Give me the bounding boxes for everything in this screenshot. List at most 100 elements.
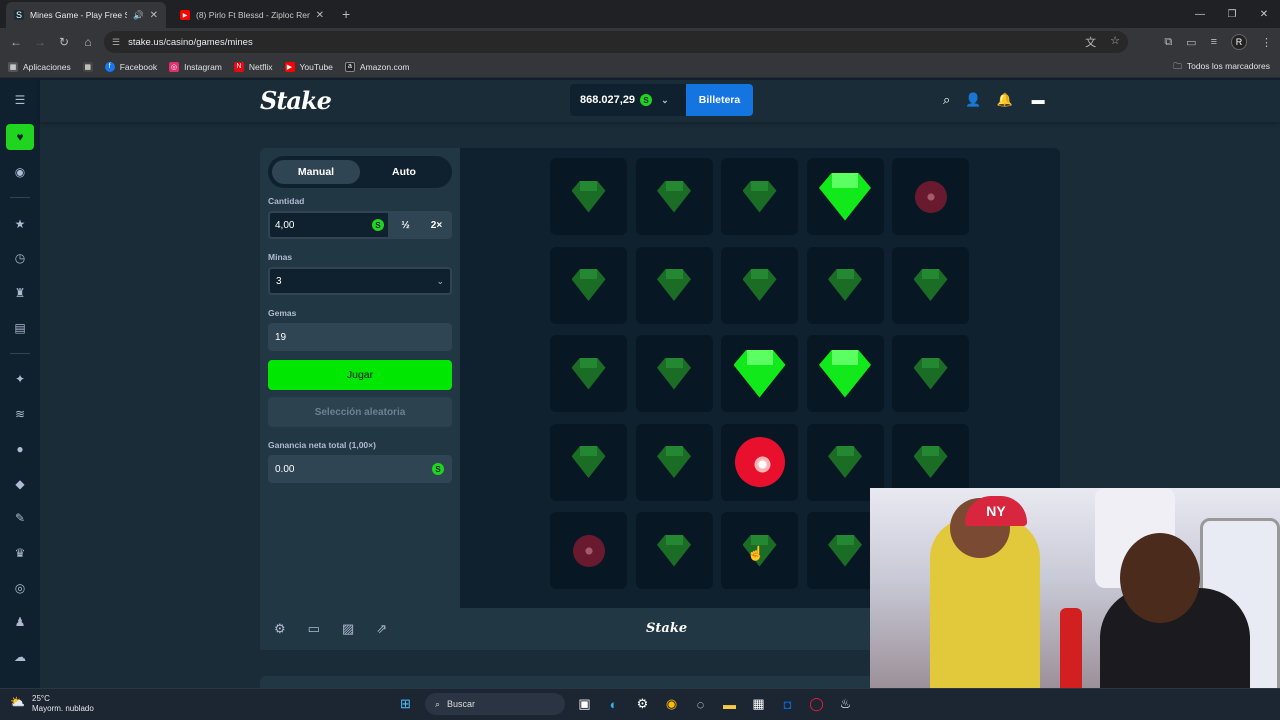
bets-icon[interactable]: ▤ bbox=[0, 310, 40, 345]
double-button[interactable]: 2× bbox=[421, 211, 452, 239]
board-tile[interactable] bbox=[635, 158, 713, 235]
profile-avatar[interactable]: R bbox=[1231, 34, 1247, 50]
bookmark-aplicaciones[interactable]: ▦ Aplicaciones bbox=[8, 61, 71, 72]
opera-icon[interactable]: ◯ bbox=[807, 693, 826, 715]
favourites-icon[interactable]: ★ bbox=[0, 206, 40, 241]
home-icon[interactable]: ⌂ bbox=[76, 35, 100, 49]
popular-icon[interactable]: ♛ bbox=[0, 536, 40, 571]
outlook-icon[interactable]: ◘ bbox=[778, 693, 797, 715]
lobby-icon[interactable]: ◉ bbox=[0, 155, 40, 190]
chrome-icon[interactable]: ◉ bbox=[662, 693, 681, 715]
notifications-icon[interactable]: 🔔 bbox=[996, 92, 1012, 108]
casino-icon[interactable]: ♥ bbox=[0, 120, 40, 155]
speaker-icon[interactable]: 🔊 bbox=[133, 10, 144, 21]
weather-widget[interactable]: ⛅ 25°C Mayorm. nublado bbox=[10, 694, 94, 714]
forward-icon[interactable]: → bbox=[28, 35, 52, 49]
tab-youtube[interactable]: ▶ (8) Pirlo Ft Blessd - Ziploc Remi ✕ bbox=[172, 2, 332, 28]
store-icon[interactable]: ▦ bbox=[749, 693, 768, 715]
board-tile[interactable] bbox=[550, 423, 627, 501]
random-pick-button[interactable]: Selección aleatoria bbox=[268, 397, 452, 427]
file-explorer-icon[interactable]: ▬ bbox=[720, 693, 739, 715]
edge-icon[interactable]: ◐ bbox=[604, 693, 623, 715]
bookmark-netflix[interactable]: N Netflix bbox=[233, 61, 273, 72]
amount-input[interactable]: 4,00 S bbox=[268, 211, 390, 239]
board-tile[interactable] bbox=[892, 335, 969, 412]
play-button[interactable]: Jugar bbox=[268, 360, 452, 390]
board-tile[interactable] bbox=[550, 246, 627, 324]
board-tile[interactable] bbox=[806, 158, 884, 235]
all-bookmarks[interactable]: 🗀 Todos los marcadores bbox=[1173, 61, 1270, 75]
originals-icon[interactable]: ◆ bbox=[0, 466, 40, 501]
board-tile[interactable] bbox=[721, 423, 798, 501]
bookmark-youtube[interactable]: ▶ YouTube bbox=[284, 61, 333, 72]
split-view-icon[interactable]: ▭ bbox=[1186, 36, 1196, 49]
close-tab-icon[interactable]: ✕ bbox=[150, 10, 158, 21]
board-tile[interactable] bbox=[892, 158, 969, 235]
close-tab-icon[interactable]: ✕ bbox=[316, 10, 324, 21]
stats-icon[interactable]: ▨ bbox=[342, 621, 354, 637]
board-tile[interactable] bbox=[550, 335, 627, 412]
theatre-mode-icon[interactable]: ▭ bbox=[308, 621, 320, 637]
providers-icon[interactable]: ◎ bbox=[0, 570, 40, 605]
new-tab-icon[interactable]: + bbox=[342, 6, 350, 22]
challenges-icon[interactable]: ♜ bbox=[0, 276, 40, 311]
media-icon[interactable]: ≡ bbox=[1211, 36, 1217, 48]
taskbar-search[interactable]: ⌕ Buscar bbox=[425, 693, 565, 715]
board-tile[interactable] bbox=[721, 335, 798, 412]
table-games-icon[interactable]: ♟ bbox=[0, 605, 40, 640]
minimize-icon[interactable]: — bbox=[1184, 0, 1216, 28]
balance-selector[interactable]: 868.027,29 S ⌄ bbox=[570, 84, 686, 116]
live-icon[interactable]: ● bbox=[0, 432, 40, 467]
settings-gear-icon[interactable]: ⚙ bbox=[633, 693, 652, 715]
tab-manual[interactable]: Manual bbox=[272, 160, 360, 184]
steam-icon[interactable]: ♨ bbox=[836, 693, 855, 715]
github-icon[interactable]: ◌ bbox=[691, 693, 710, 715]
popout-icon[interactable]: ⇗ bbox=[376, 621, 387, 637]
wallet-button[interactable]: Billetera bbox=[686, 84, 753, 116]
reload-icon[interactable]: ↻ bbox=[52, 35, 76, 49]
bookmark-grid[interactable]: ▦ bbox=[82, 61, 93, 72]
bookmark-facebook[interactable]: f Facebook bbox=[104, 61, 157, 72]
bookmark-star-icon[interactable]: ☆ bbox=[1110, 34, 1120, 50]
recent-icon[interactable]: ◷ bbox=[0, 241, 40, 276]
bookmark-instagram[interactable]: ◎ Instagram bbox=[169, 61, 222, 72]
stake-logo[interactable]: Stake bbox=[260, 86, 332, 115]
board-tile[interactable] bbox=[550, 512, 627, 589]
windows-start-icon[interactable]: ⊞ bbox=[396, 693, 415, 715]
bookmark-amazon[interactable]: a Amazon.com bbox=[344, 61, 410, 72]
new-releases-icon[interactable]: ✦ bbox=[0, 362, 40, 397]
menu-icon[interactable]: ☰ bbox=[0, 80, 40, 120]
cloud-sun-icon: ⛅ bbox=[10, 695, 25, 709]
menu-dots-icon[interactable]: ⋮ bbox=[1261, 36, 1272, 49]
support-icon[interactable]: ☁ bbox=[0, 640, 40, 675]
user-icon[interactable]: 👤 bbox=[965, 92, 981, 108]
board-tile[interactable] bbox=[635, 423, 713, 501]
board-tile[interactable] bbox=[721, 246, 798, 324]
board-tile[interactable] bbox=[550, 158, 627, 235]
chat-icon[interactable]: ▬ bbox=[1032, 92, 1045, 108]
url-field[interactable]: ☰ stake.us/casino/games/mines 文 ☆ bbox=[104, 31, 1128, 53]
extensions-icon[interactable]: ⧉ bbox=[1164, 36, 1172, 49]
maximize-icon[interactable]: ❐ bbox=[1216, 0, 1248, 28]
half-button[interactable]: ½ bbox=[390, 211, 421, 239]
board-tile[interactable] bbox=[635, 335, 713, 412]
sweeps-coin-icon: S bbox=[372, 219, 384, 231]
board-tile[interactable] bbox=[635, 512, 713, 589]
translate-icon[interactable]: 文 bbox=[1085, 34, 1096, 50]
close-window-icon[interactable]: ✕ bbox=[1248, 0, 1280, 28]
board-tile[interactable] bbox=[892, 246, 969, 324]
mines-select[interactable]: 3 ⌄ bbox=[268, 267, 452, 295]
site-info-icon[interactable]: ☰ bbox=[112, 37, 120, 48]
settings-icon[interactable]: ⚙ bbox=[274, 621, 286, 637]
exclusives-icon[interactable]: ✎ bbox=[0, 501, 40, 536]
board-tile[interactable] bbox=[635, 246, 713, 324]
slots-icon[interactable]: ≋ bbox=[0, 397, 40, 432]
task-view-icon[interactable]: ▣ bbox=[575, 693, 594, 715]
search-icon[interactable]: ⌕ bbox=[943, 92, 950, 108]
board-tile[interactable] bbox=[806, 335, 884, 412]
tab-mines-game[interactable]: S Mines Game - Play Free Sc 🔊 ✕ bbox=[6, 2, 166, 28]
tab-auto[interactable]: Auto bbox=[360, 160, 448, 184]
board-tile[interactable] bbox=[806, 246, 884, 324]
back-icon[interactable]: ← bbox=[4, 35, 28, 49]
board-tile[interactable] bbox=[721, 158, 798, 235]
